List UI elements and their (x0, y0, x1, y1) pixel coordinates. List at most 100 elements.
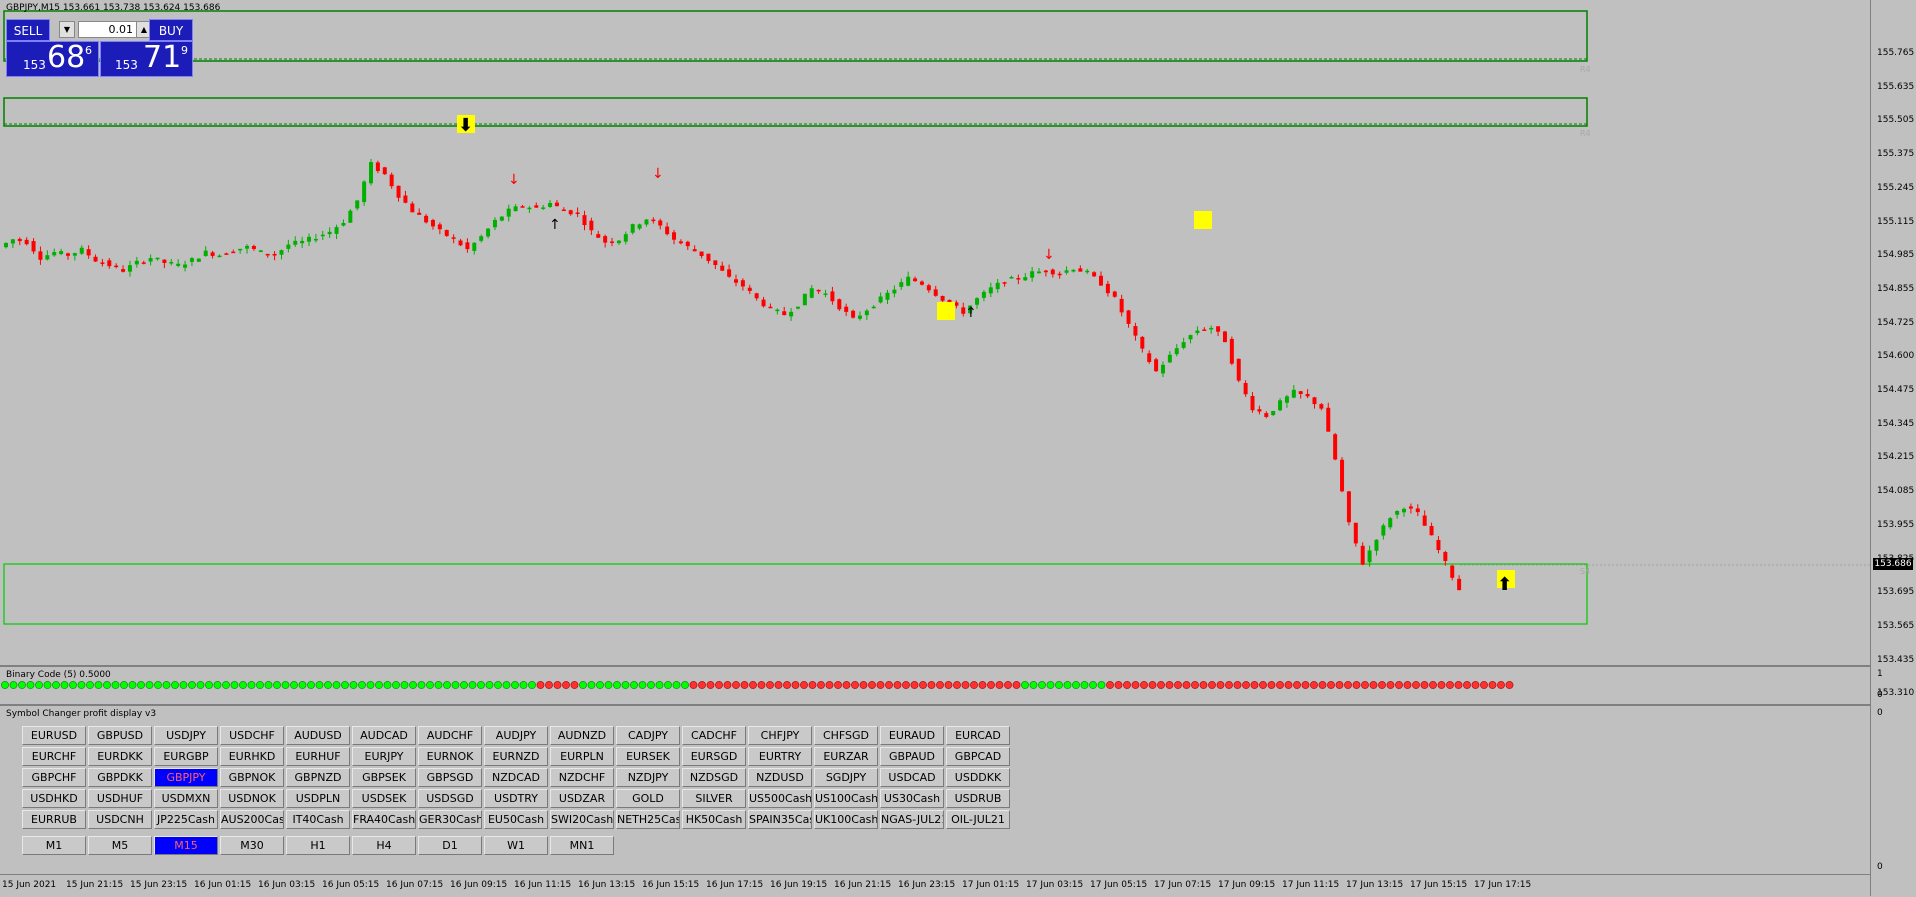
timeframe-button-mn1[interactable]: MN1 (550, 836, 614, 855)
timeframe-button-m1[interactable]: M1 (22, 836, 86, 855)
symbol-button-gold[interactable]: GOLD (616, 789, 680, 808)
symbol-button-us100cash[interactable]: US100Cash (814, 789, 878, 808)
symbol-button-usdchf[interactable]: USDCHF (220, 726, 284, 745)
main-chart-pane[interactable]: ⬇ ⬆ ↓ ↓ ↓ ↑ ↑ R4 R4 S4 GBPJPY,M15 153.66… (0, 0, 1870, 665)
symbol-button-uk100cash[interactable]: UK100Cash (814, 810, 878, 829)
symbol-button-euraud[interactable]: EURAUD (880, 726, 944, 745)
candle-body (189, 258, 194, 262)
symbol-button-gbpjpy[interactable]: GBPJPY (154, 768, 218, 787)
symbol-button-oil-jul21[interactable]: OIL-JUL21 (946, 810, 1010, 829)
symbol-button-usdsgd[interactable]: USDSGD (418, 789, 482, 808)
symbol-button-nzdjpy[interactable]: NZDJPY (616, 768, 680, 787)
symbol-button-audusd[interactable]: AUDUSD (286, 726, 350, 745)
symbol-button-fra40cash[interactable]: FRA40Cash (352, 810, 416, 829)
symbol-button-usdhuf[interactable]: USDHUF (88, 789, 152, 808)
candle-body (1229, 338, 1234, 364)
price-chart[interactable]: ⬇ ⬆ ↓ ↓ ↓ ↑ ↑ R4 R4 S4 (0, 0, 1870, 665)
symbol-button-nzdchf[interactable]: NZDCHF (550, 768, 614, 787)
timeframe-button-d1[interactable]: D1 (418, 836, 482, 855)
symbol-button-silver[interactable]: SILVER (682, 789, 746, 808)
symbol-button-usddkk[interactable]: USDDKK (946, 768, 1010, 787)
timeframe-button-m5[interactable]: M5 (88, 836, 152, 855)
symbol-button-usdnok[interactable]: USDNOK (220, 789, 284, 808)
binary-dot (961, 681, 970, 689)
symbol-button-eurchf[interactable]: EURCHF (22, 747, 86, 766)
symbol-button-gbpsgd[interactable]: GBPSGD (418, 768, 482, 787)
symbol-button-sgdjpy[interactable]: SGDJPY (814, 768, 878, 787)
symbol-button-eursgd[interactable]: EURSGD (682, 747, 746, 766)
symbol-button-eurtry[interactable]: EURTRY (748, 747, 812, 766)
symbol-button-it40cash[interactable]: IT40Cash (286, 810, 350, 829)
symbol-button-gbpsek[interactable]: GBPSEK (352, 768, 416, 787)
symbol-button-eurgbp[interactable]: EURGBP (154, 747, 218, 766)
timeframe-button-h1[interactable]: H1 (286, 836, 350, 855)
symbol-button-us500cash[interactable]: US500Cash (748, 789, 812, 808)
symbol-button-gbpnzd[interactable]: GBPNZD (286, 768, 350, 787)
symbol-button-usdrub[interactable]: USDRUB (946, 789, 1010, 808)
symbol-button-gbpdkk[interactable]: GBPDKK (88, 768, 152, 787)
symbol-button-usdpln[interactable]: USDPLN (286, 789, 350, 808)
buy-price-box[interactable]: 153 71 9 (100, 40, 193, 77)
candle-body (334, 227, 339, 234)
symbol-button-audchf[interactable]: AUDCHF (418, 726, 482, 745)
symbol-button-audjpy[interactable]: AUDJPY (484, 726, 548, 745)
symbol-button-nzdsgd[interactable]: NZDSGD (682, 768, 746, 787)
symbol-button-gbpcad[interactable]: GBPCAD (946, 747, 1010, 766)
symbol-button-usdtry[interactable]: USDTRY (484, 789, 548, 808)
symbol-button-usdjpy[interactable]: USDJPY (154, 726, 218, 745)
symbol-button-eurrub[interactable]: EURRUB (22, 810, 86, 829)
symbol-button-gbpaud[interactable]: GBPAUD (880, 747, 944, 766)
symbol-button-gbpchf[interactable]: GBPCHF (22, 768, 86, 787)
lot-size-input[interactable]: 0.01 (78, 21, 138, 38)
symbol-button-usdmxn[interactable]: USDMXN (154, 789, 218, 808)
symbol-button-gbpusd[interactable]: GBPUSD (88, 726, 152, 745)
timeframe-button-w1[interactable]: W1 (484, 836, 548, 855)
symbol-button-ger30cash[interactable]: GER30Cash (418, 810, 482, 829)
symbol-button-spain35cash[interactable]: SPAIN35Cash (748, 810, 812, 829)
symbol-button-us30cash[interactable]: US30Cash (880, 789, 944, 808)
binary-dot (273, 681, 281, 689)
symbol-button-eursek[interactable]: EURSEK (616, 747, 680, 766)
symbol-button-jp225cash[interactable]: JP225Cash (154, 810, 218, 829)
symbol-button-eurpln[interactable]: EURPLN (550, 747, 614, 766)
symbol-button-eurcad[interactable]: EURCAD (946, 726, 1010, 745)
price-scale[interactable]: 155.765 155.635 155.505 155.375 155.245 155.1… (1870, 0, 1916, 896)
symbol-button-audnzd[interactable]: AUDNZD (550, 726, 614, 745)
symbol-button-hk50cash[interactable]: HK50Cash (682, 810, 746, 829)
sell-button[interactable]: SELL (6, 19, 50, 41)
sell-price-box[interactable]: 153 68 6 (6, 40, 99, 77)
symbol-button-eurdkk[interactable]: EURDKK (88, 747, 152, 766)
symbol-button-usdcad[interactable]: USDCAD (880, 768, 944, 787)
symbol-button-ngas-jul21[interactable]: NGAS-JUL21 (880, 810, 944, 829)
timeframe-button-h4[interactable]: H4 (352, 836, 416, 855)
symbol-button-aus200cash[interactable]: AUS200Cash (220, 810, 284, 829)
symbol-button-eurnok[interactable]: EURNOK (418, 747, 482, 766)
symbol-button-gbpnok[interactable]: GBPNOK (220, 768, 284, 787)
symbol-button-eurhkd[interactable]: EURHKD (220, 747, 284, 766)
buy-button[interactable]: BUY (149, 19, 193, 41)
timeframe-button-m15[interactable]: M15 (154, 836, 218, 855)
symbol-button-eurnzd[interactable]: EURNZD (484, 747, 548, 766)
symbol-button-audcad[interactable]: AUDCAD (352, 726, 416, 745)
symbol-button-cadjpy[interactable]: CADJPY (616, 726, 680, 745)
symbol-button-neth25cash[interactable]: NETH25Cash (616, 810, 680, 829)
binary-code-pane[interactable]: Binary Code (5) 0.5000 (0, 667, 1870, 704)
symbol-button-usdhkd[interactable]: USDHKD (22, 789, 86, 808)
symbol-button-swi20cash[interactable]: SWI20Cash (550, 810, 614, 829)
symbol-button-nzdusd[interactable]: NZDUSD (748, 768, 812, 787)
symbol-button-cadchf[interactable]: CADCHF (682, 726, 746, 745)
symbol-button-chfjpy[interactable]: CHFJPY (748, 726, 812, 745)
symbol-button-eurhuf[interactable]: EURHUF (286, 747, 350, 766)
symbol-button-eurusd[interactable]: EURUSD (22, 726, 86, 745)
symbol-button-eu50cash[interactable]: EU50Cash (484, 810, 548, 829)
symbol-button-chfsgd[interactable]: CHFSGD (814, 726, 878, 745)
binary-dot (1361, 681, 1369, 689)
timeframe-button-m30[interactable]: M30 (220, 836, 284, 855)
symbol-button-usdzar[interactable]: USDZAR (550, 789, 614, 808)
symbol-button-eurzar[interactable]: EURZAR (814, 747, 878, 766)
symbol-button-usdcnh[interactable]: USDCNH (88, 810, 152, 829)
symbol-button-usdsek[interactable]: USDSEK (352, 789, 416, 808)
symbol-button-eurjpy[interactable]: EURJPY (352, 747, 416, 766)
symbol-button-nzdcad[interactable]: NZDCAD (484, 768, 548, 787)
lot-decrease-button[interactable]: ▼ (59, 21, 75, 38)
